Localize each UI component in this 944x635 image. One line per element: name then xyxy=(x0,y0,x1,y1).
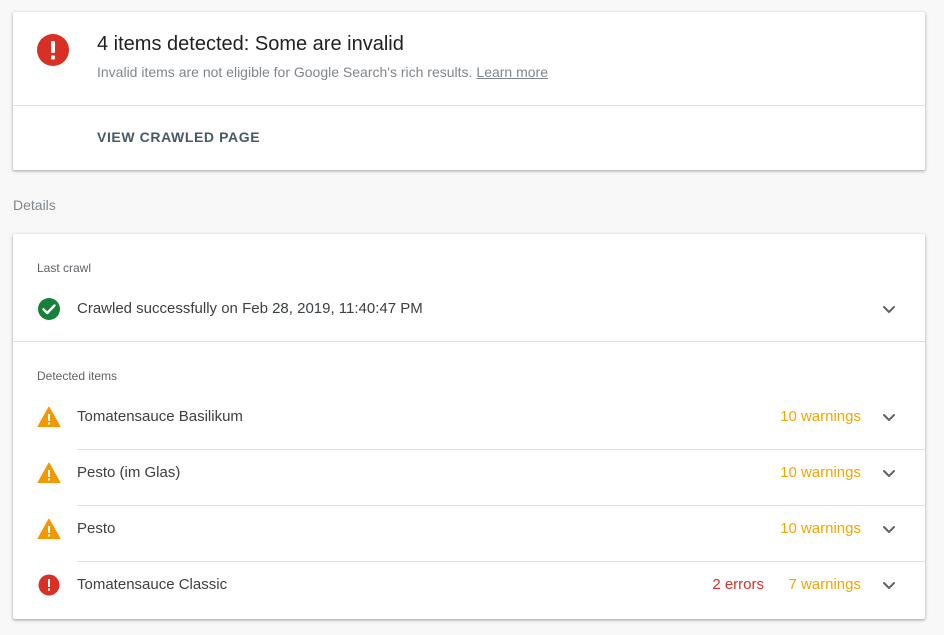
detected-item-row[interactable]: Tomatensauce Basilikum 10 warnings xyxy=(37,389,901,445)
last-crawl-label: Last crawl xyxy=(37,261,92,275)
summary-subtitle: Invalid items are not eligible for Googl… xyxy=(97,64,548,80)
detected-item-row[interactable]: Pesto 10 warnings xyxy=(37,501,901,557)
warning-count: 10 warnings xyxy=(780,464,861,481)
item-name: Pesto (im Glas) xyxy=(77,464,181,481)
warning-count: 7 warnings xyxy=(788,576,861,593)
last-crawl-row[interactable]: Crawled successfully on Feb 28, 2019, 11… xyxy=(37,281,901,337)
details-card: Last crawl Crawled successfully on Feb 2… xyxy=(13,234,925,619)
item-name: Tomatensauce Classic xyxy=(77,576,228,593)
warning-count: 10 warnings xyxy=(780,520,861,537)
last-crawl-status: Crawled successfully on Feb 28, 2019, 11… xyxy=(77,300,423,317)
warning-icon xyxy=(37,462,61,483)
chevron-down-icon[interactable] xyxy=(877,573,901,597)
summary-subtitle-text: Invalid items are not eligible for Googl… xyxy=(97,64,473,80)
view-crawled-page-button[interactable]: VIEW CRAWLED PAGE xyxy=(97,129,260,145)
warning-icon xyxy=(37,406,61,427)
detected-item-row[interactable]: Pesto (im Glas) 10 warnings xyxy=(37,445,901,501)
learn-more-link[interactable]: Learn more xyxy=(476,64,548,80)
warning-icon xyxy=(37,518,61,539)
item-name: Tomatensauce Basilikum xyxy=(77,408,243,425)
item-name: Pesto xyxy=(77,520,116,537)
details-heading: Details xyxy=(13,197,56,213)
chevron-down-icon[interactable] xyxy=(877,517,901,541)
summary-card: 4 items detected: Some are invalid Inval… xyxy=(13,12,925,170)
detected-item-row[interactable]: Tomatensauce Classic 2 errors 7 warnings xyxy=(37,557,901,613)
detected-items-label: Detected items xyxy=(37,369,118,383)
chevron-down-icon[interactable] xyxy=(877,297,901,321)
summary-header: 4 items detected: Some are invalid Inval… xyxy=(13,12,925,106)
error-icon xyxy=(38,574,60,596)
summary-title: 4 items detected: Some are invalid xyxy=(97,33,404,55)
section-divider xyxy=(13,341,925,342)
chevron-down-icon[interactable] xyxy=(877,461,901,485)
chevron-down-icon[interactable] xyxy=(877,405,901,429)
error-icon xyxy=(37,34,69,66)
error-count: 2 errors xyxy=(712,576,764,593)
check-circle-icon xyxy=(38,298,60,320)
warning-count: 10 warnings xyxy=(780,408,861,425)
